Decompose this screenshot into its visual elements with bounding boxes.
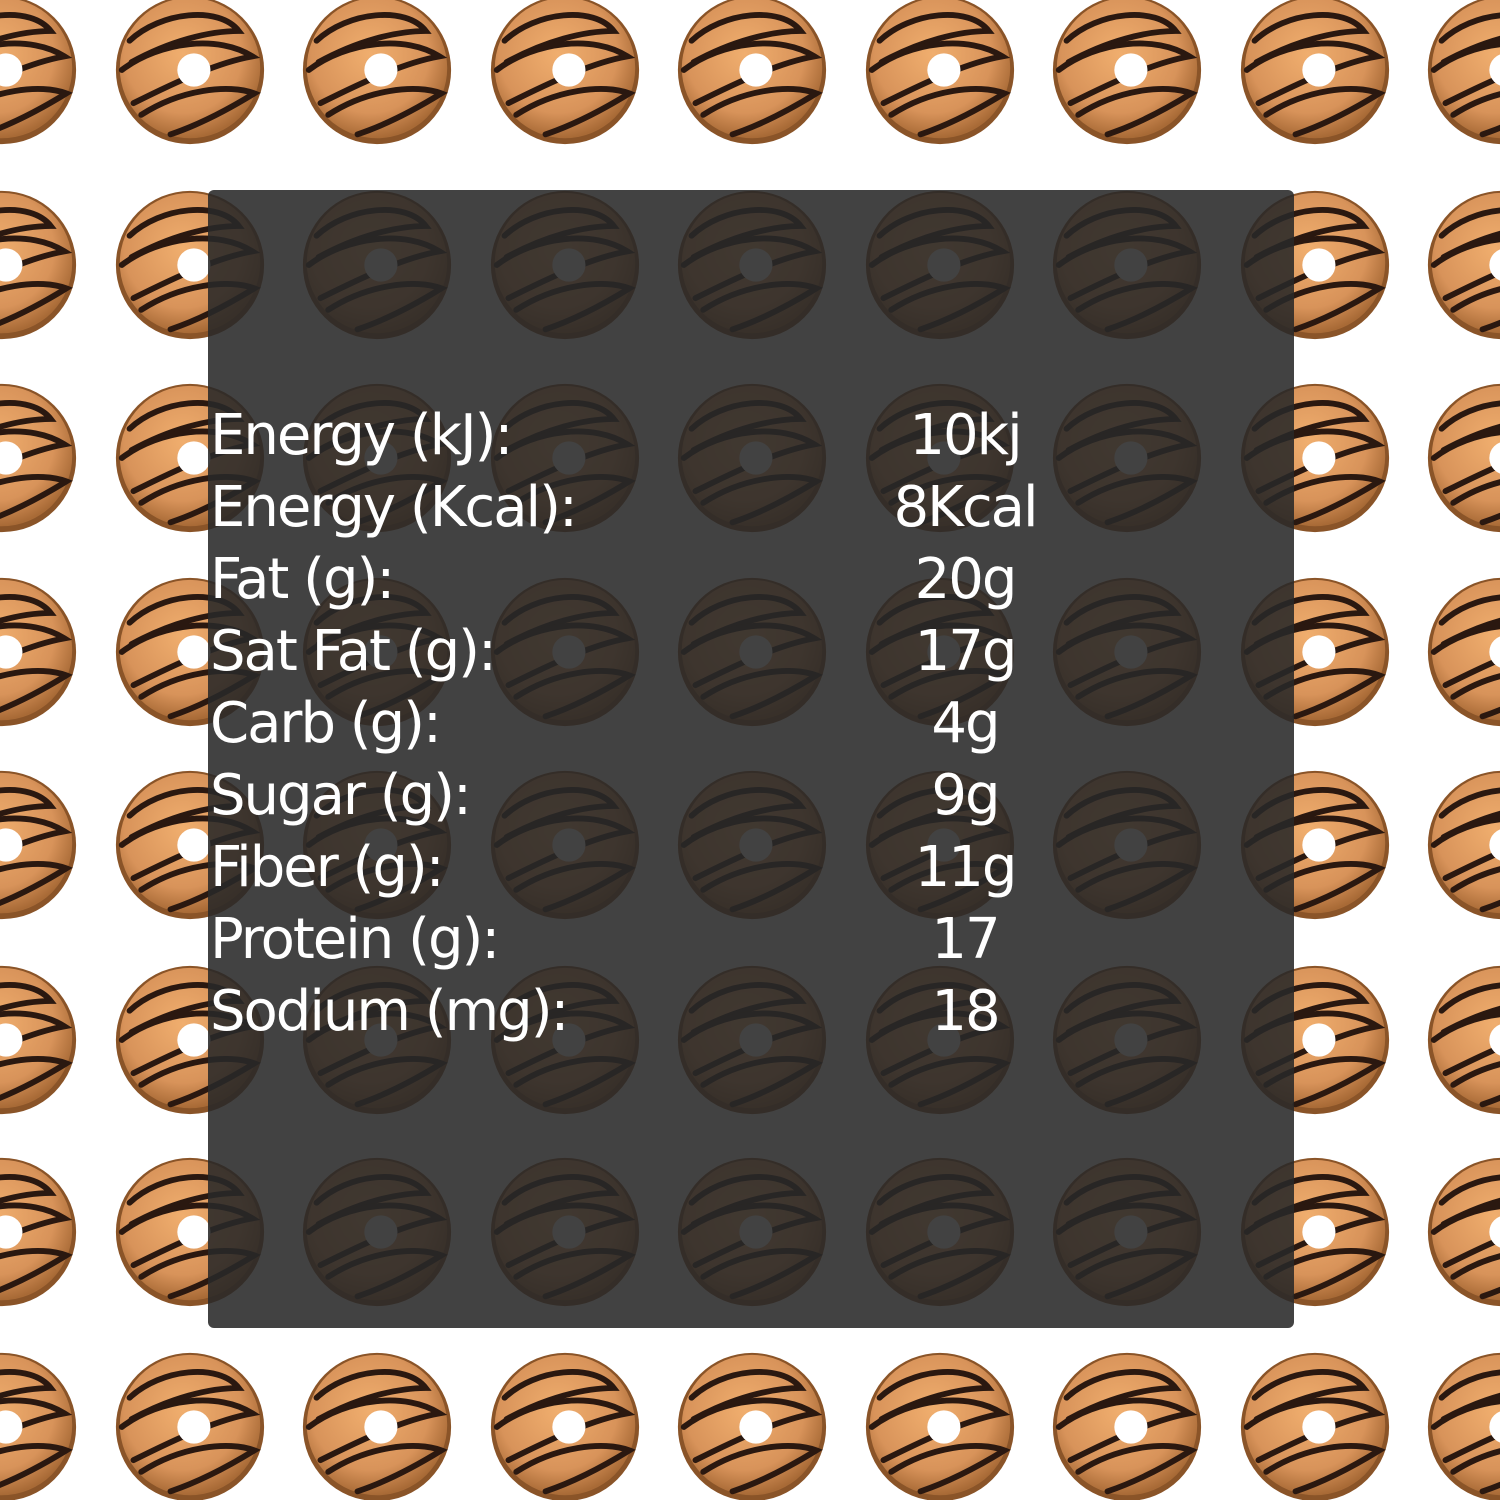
glazed-donut-icon xyxy=(1428,0,1500,144)
nutrition-value: 10kj xyxy=(909,403,1022,468)
glazed-donut-icon xyxy=(0,578,76,726)
glazed-donut-icon xyxy=(491,0,639,144)
glazed-donut-icon xyxy=(1428,1158,1500,1306)
nutrition-row-protein: Protein (g): 17 xyxy=(210,904,1294,976)
glazed-donut-icon xyxy=(1241,0,1389,144)
glazed-donut-icon xyxy=(1053,0,1201,144)
glazed-donut-icon xyxy=(0,771,76,919)
nutrition-value: 18 xyxy=(931,979,1000,1044)
nutrition-label: Sat Fat (g): xyxy=(210,619,497,684)
nutrition-label: Energy (Kcal): xyxy=(210,475,578,540)
nutrition-value: 8Kcal xyxy=(893,475,1038,540)
nutrition-value: 20g xyxy=(914,547,1018,612)
nutrition-label: Carb (g): xyxy=(210,691,442,756)
nutrition-list: Energy (kJ): 10kj Energy (Kcal): 8Kcal F… xyxy=(210,400,1294,1048)
nutrition-value: 9g xyxy=(931,763,1000,828)
nutrition-label: Sodium (mg): xyxy=(210,979,569,1044)
glazed-donut-icon xyxy=(866,1353,1014,1500)
glazed-donut-icon xyxy=(0,384,76,532)
glazed-donut-icon xyxy=(678,0,826,144)
nutrition-label: Fiber (g): xyxy=(210,835,445,900)
nutrition-row-sodium: Sodium (mg): 18 xyxy=(210,976,1294,1048)
glazed-donut-icon xyxy=(1428,966,1500,1114)
nutrition-value: 4g xyxy=(931,691,1000,756)
nutrition-card: Energy (kJ): 10kj Energy (Kcal): 8Kcal F… xyxy=(0,0,1500,1500)
nutrition-row-carb: Carb (g): 4g xyxy=(210,688,1294,760)
nutrition-value: 17g xyxy=(914,619,1018,684)
glazed-donut-icon xyxy=(1241,1353,1389,1500)
nutrition-value: 17 xyxy=(931,907,1000,972)
glazed-donut-icon xyxy=(1428,191,1500,339)
glazed-donut-icon xyxy=(1428,1353,1500,1500)
nutrition-row-sugar: Sugar (g): 9g xyxy=(210,760,1294,832)
nutrition-row-energy-kj: Energy (kJ): 10kj xyxy=(210,400,1294,472)
glazed-donut-icon xyxy=(1053,1353,1201,1500)
glazed-donut-icon xyxy=(0,966,76,1114)
glazed-donut-icon xyxy=(116,1353,264,1500)
glazed-donut-icon xyxy=(303,0,451,144)
glazed-donut-icon xyxy=(303,1353,451,1500)
nutrition-row-sat-fat: Sat Fat (g): 17g xyxy=(210,616,1294,688)
glazed-donut-icon xyxy=(0,191,76,339)
nutrition-label: Sugar (g): xyxy=(210,763,472,828)
glazed-donut-icon xyxy=(0,1158,76,1306)
glazed-donut-icon xyxy=(678,1353,826,1500)
nutrition-label: Energy (kJ): xyxy=(210,403,513,468)
nutrition-value: 11g xyxy=(914,835,1018,900)
nutrition-row-fiber: Fiber (g): 11g xyxy=(210,832,1294,904)
nutrition-label: Fat (g): xyxy=(210,547,395,612)
glazed-donut-icon xyxy=(491,1353,639,1500)
nutrition-label: Protein (g): xyxy=(210,907,500,972)
glazed-donut-icon xyxy=(0,0,76,144)
nutrition-row-energy-kcal: Energy (Kcal): 8Kcal xyxy=(210,472,1294,544)
glazed-donut-icon xyxy=(116,0,264,144)
glazed-donut-icon xyxy=(0,1353,76,1500)
nutrition-row-fat: Fat (g): 20g xyxy=(210,544,1294,616)
glazed-donut-icon xyxy=(1428,578,1500,726)
glazed-donut-icon xyxy=(866,0,1014,144)
glazed-donut-icon xyxy=(1428,384,1500,532)
glazed-donut-icon xyxy=(1428,771,1500,919)
